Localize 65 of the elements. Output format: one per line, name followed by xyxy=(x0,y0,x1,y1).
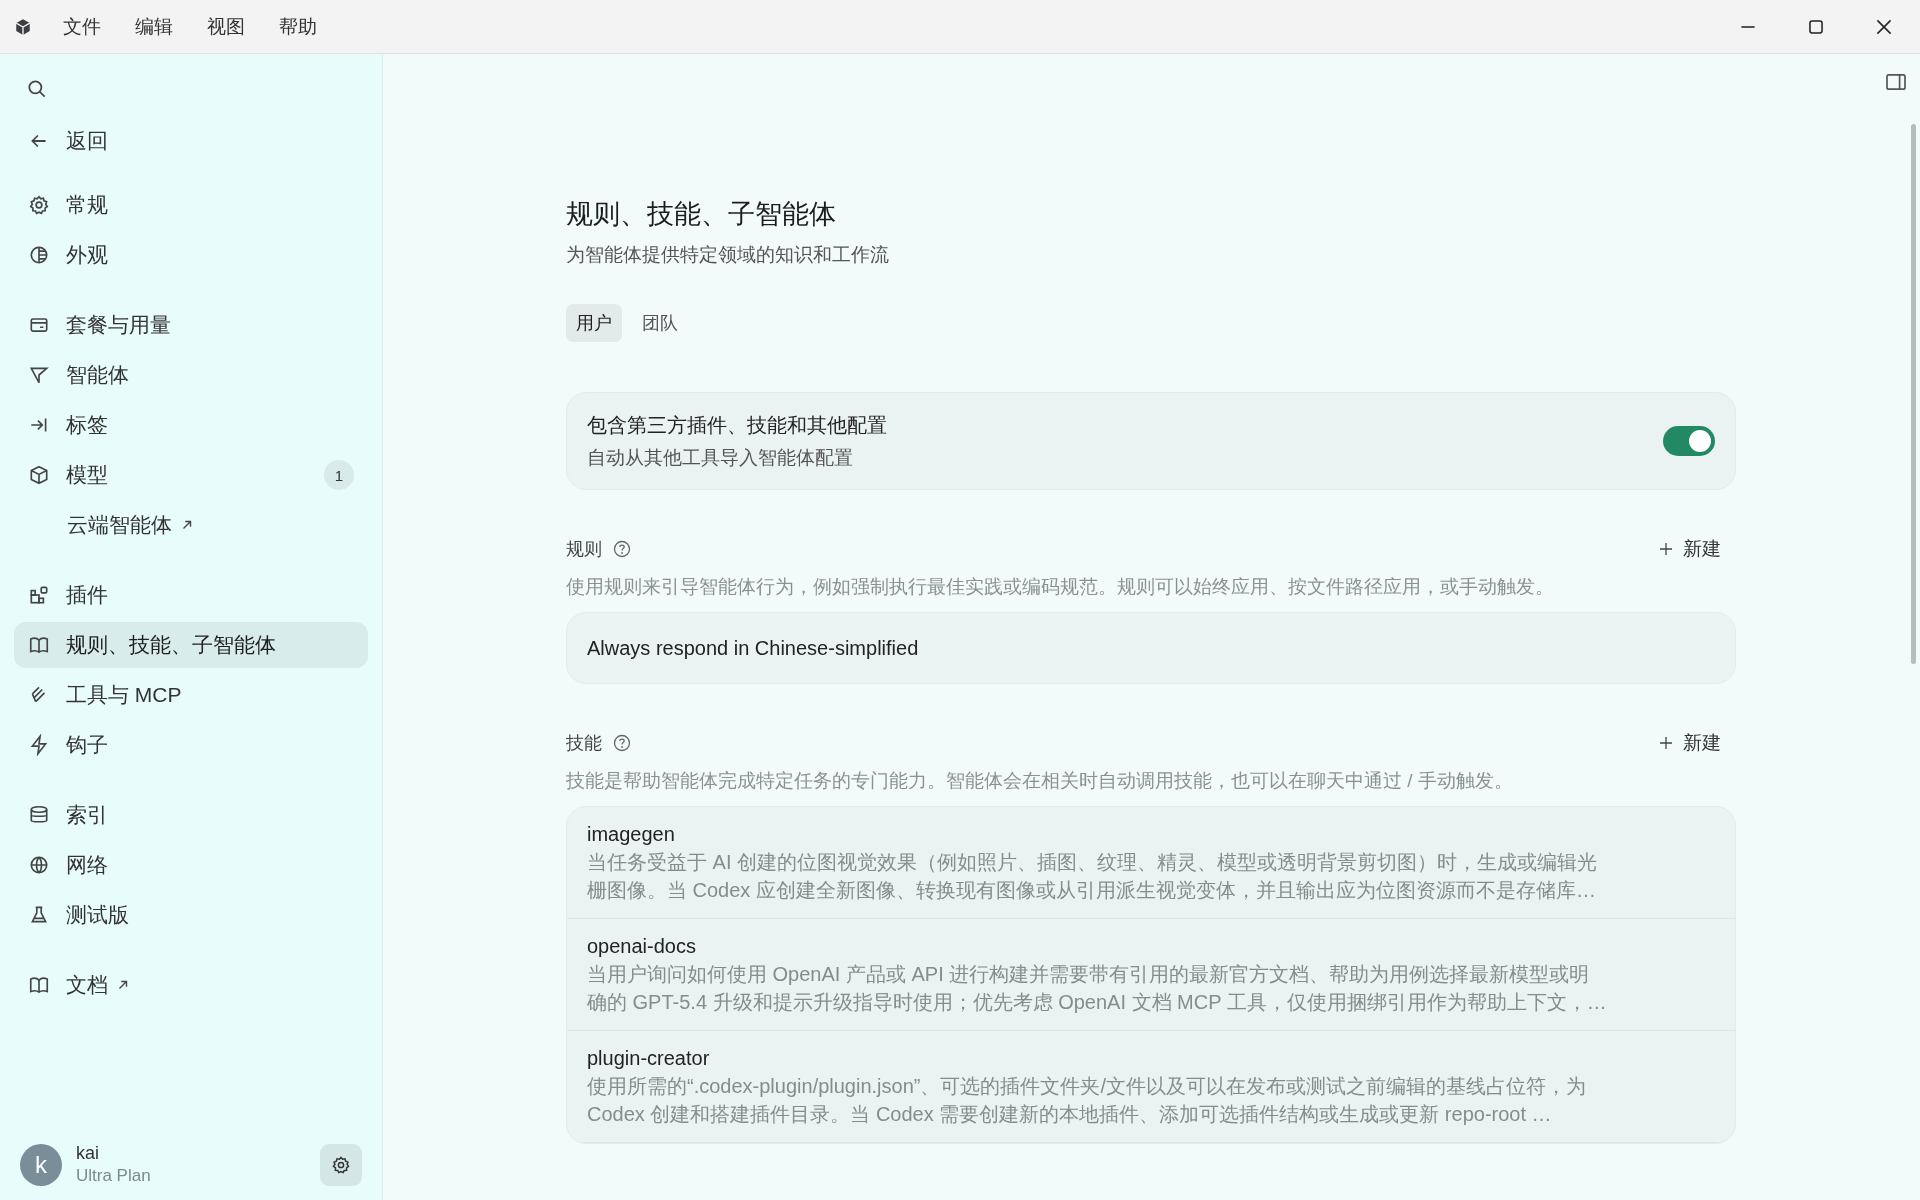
sidebar-item[interactable]: 钩子 xyxy=(14,722,368,768)
book-icon xyxy=(28,634,50,656)
count-badge: 1 xyxy=(324,460,354,490)
item-description: 当用户询问如何使用 OpenAI 产品或 API 进行构建并需要带有引用的最新官方文档、帮助为用例选择最新模型或明 xyxy=(587,962,1591,987)
db-icon xyxy=(28,804,50,826)
user-plan: Ultra Plan xyxy=(76,1166,151,1186)
sidebar-item[interactable]: 测试版 xyxy=(14,892,368,938)
item-name[interactable]: Always respond in Chinese-simplified xyxy=(587,636,1715,660)
setting-description: 自动从其他工具导入智能体配置 xyxy=(587,445,854,470)
sidebar-item[interactable]: 插件 xyxy=(14,572,368,618)
sidebar-item[interactable]: 外观 xyxy=(14,232,368,278)
section-title: 技能 xyxy=(566,732,602,755)
menu-item[interactable]: 帮助 xyxy=(266,7,330,46)
item-name[interactable]: plugin-creator xyxy=(587,1047,1715,1070)
sidebar-item[interactable]: 工具与 MCP xyxy=(14,672,368,718)
item-description: 使用所需的“.codex-plugin/plugin.json”、可选的插件文件夹/文件以及可以在发布或测试之前编辑的基线占位符，为 xyxy=(587,1074,1588,1099)
back-link[interactable]: 返回 xyxy=(14,118,368,164)
search-icon[interactable] xyxy=(26,78,48,100)
sidebar-item[interactable]: 网络 xyxy=(14,842,368,888)
settings-button[interactable] xyxy=(320,1143,362,1186)
plugin-icon xyxy=(28,584,50,606)
sidebar-item[interactable]: 模型 1 xyxy=(14,452,368,498)
plus-icon xyxy=(1659,736,1673,750)
menu-item[interactable]: 文件 xyxy=(50,7,114,46)
item-name[interactable]: openai-docs xyxy=(587,935,1715,958)
sidebar-item[interactable]: 文档 xyxy=(14,962,368,1008)
item-description: Codex 创建和搭建插件目录。当 Codex 需要创建新的本地插件、添加可选插件结构或生成或更新 repo-root … xyxy=(587,1102,1553,1127)
sidebar-item[interactable]: 规则、技能、子智能体 xyxy=(14,622,368,668)
page-subtitle: 为智能体提供特定领域的知识和工作流 xyxy=(566,243,890,267)
avatar: k xyxy=(20,1143,62,1186)
item-description: 栅图像。当 Codex 应创建全新图像、转换现有图像或从引用派生视觉变体，并且输出应为位图资源而不是存储库… xyxy=(587,878,1597,903)
section-title: 规则 xyxy=(566,538,602,561)
section-description: 技能是帮助智能体完成特定任务的专门能力。智能体会在相关时自动调用技能，也可以在聊天中通过 / 手动触发。 xyxy=(566,769,1514,793)
sidebar-item[interactable]: 常规 xyxy=(14,182,368,228)
settings-icon xyxy=(331,1154,351,1175)
item-description: 确的 GPT-5.4 升级和提示升级指导时使用；优先考虑 OpenAI 文档 MCP 工具，仅使用捆绑引用作为帮助上下文，… xyxy=(587,990,1608,1015)
new-button[interactable]: 新建 xyxy=(1644,532,1736,566)
globe-icon xyxy=(28,854,50,876)
menu-item[interactable]: 视图 xyxy=(194,7,258,46)
toggle-switch[interactable] xyxy=(1663,426,1715,456)
new-button[interactable]: 新建 xyxy=(1644,726,1736,760)
item-description: 当任务受益于 AI 创建的位图视觉效果（例如照片、插图、纹理、精灵、模型或透明背景剪切图）时，生成或编辑光 xyxy=(587,850,1598,875)
tab[interactable]: 团队 xyxy=(632,304,688,342)
help-icon[interactable] xyxy=(612,733,632,753)
sidebar-item[interactable]: 标签 xyxy=(14,402,368,448)
setting-title: 包含第三方插件、技能和其他配置 xyxy=(587,412,888,438)
section-description: 使用规则来引导智能体行为，例如强制执行最佳实践或编码规范。规则可以始终应用、按文件路径应用，或手动触发。 xyxy=(566,575,1555,599)
bolt-icon xyxy=(28,734,50,756)
pie-icon xyxy=(28,244,50,266)
book-icon xyxy=(28,974,50,996)
item-name[interactable]: imagegen xyxy=(587,823,1715,846)
sidebar-item[interactable]: 套餐与用量 xyxy=(14,302,368,348)
menu-item[interactable]: 编辑 xyxy=(122,7,186,46)
sidebar-item[interactable]: 智能体 xyxy=(14,352,368,398)
plus-icon xyxy=(1659,542,1673,556)
app-logo-icon xyxy=(14,17,32,36)
help-icon[interactable] xyxy=(612,539,632,559)
gear-icon xyxy=(28,194,50,216)
page-title: 规则、技能、子智能体 xyxy=(566,198,837,231)
scrollbar[interactable] xyxy=(1911,124,1916,664)
user-name: kai xyxy=(76,1143,100,1164)
sidebar-item[interactable]: 索引 xyxy=(14,792,368,838)
sidebar-item[interactable]: 云端智能体 xyxy=(14,502,368,548)
tab[interactable]: 用户 xyxy=(566,304,622,342)
cube-icon xyxy=(28,464,50,486)
